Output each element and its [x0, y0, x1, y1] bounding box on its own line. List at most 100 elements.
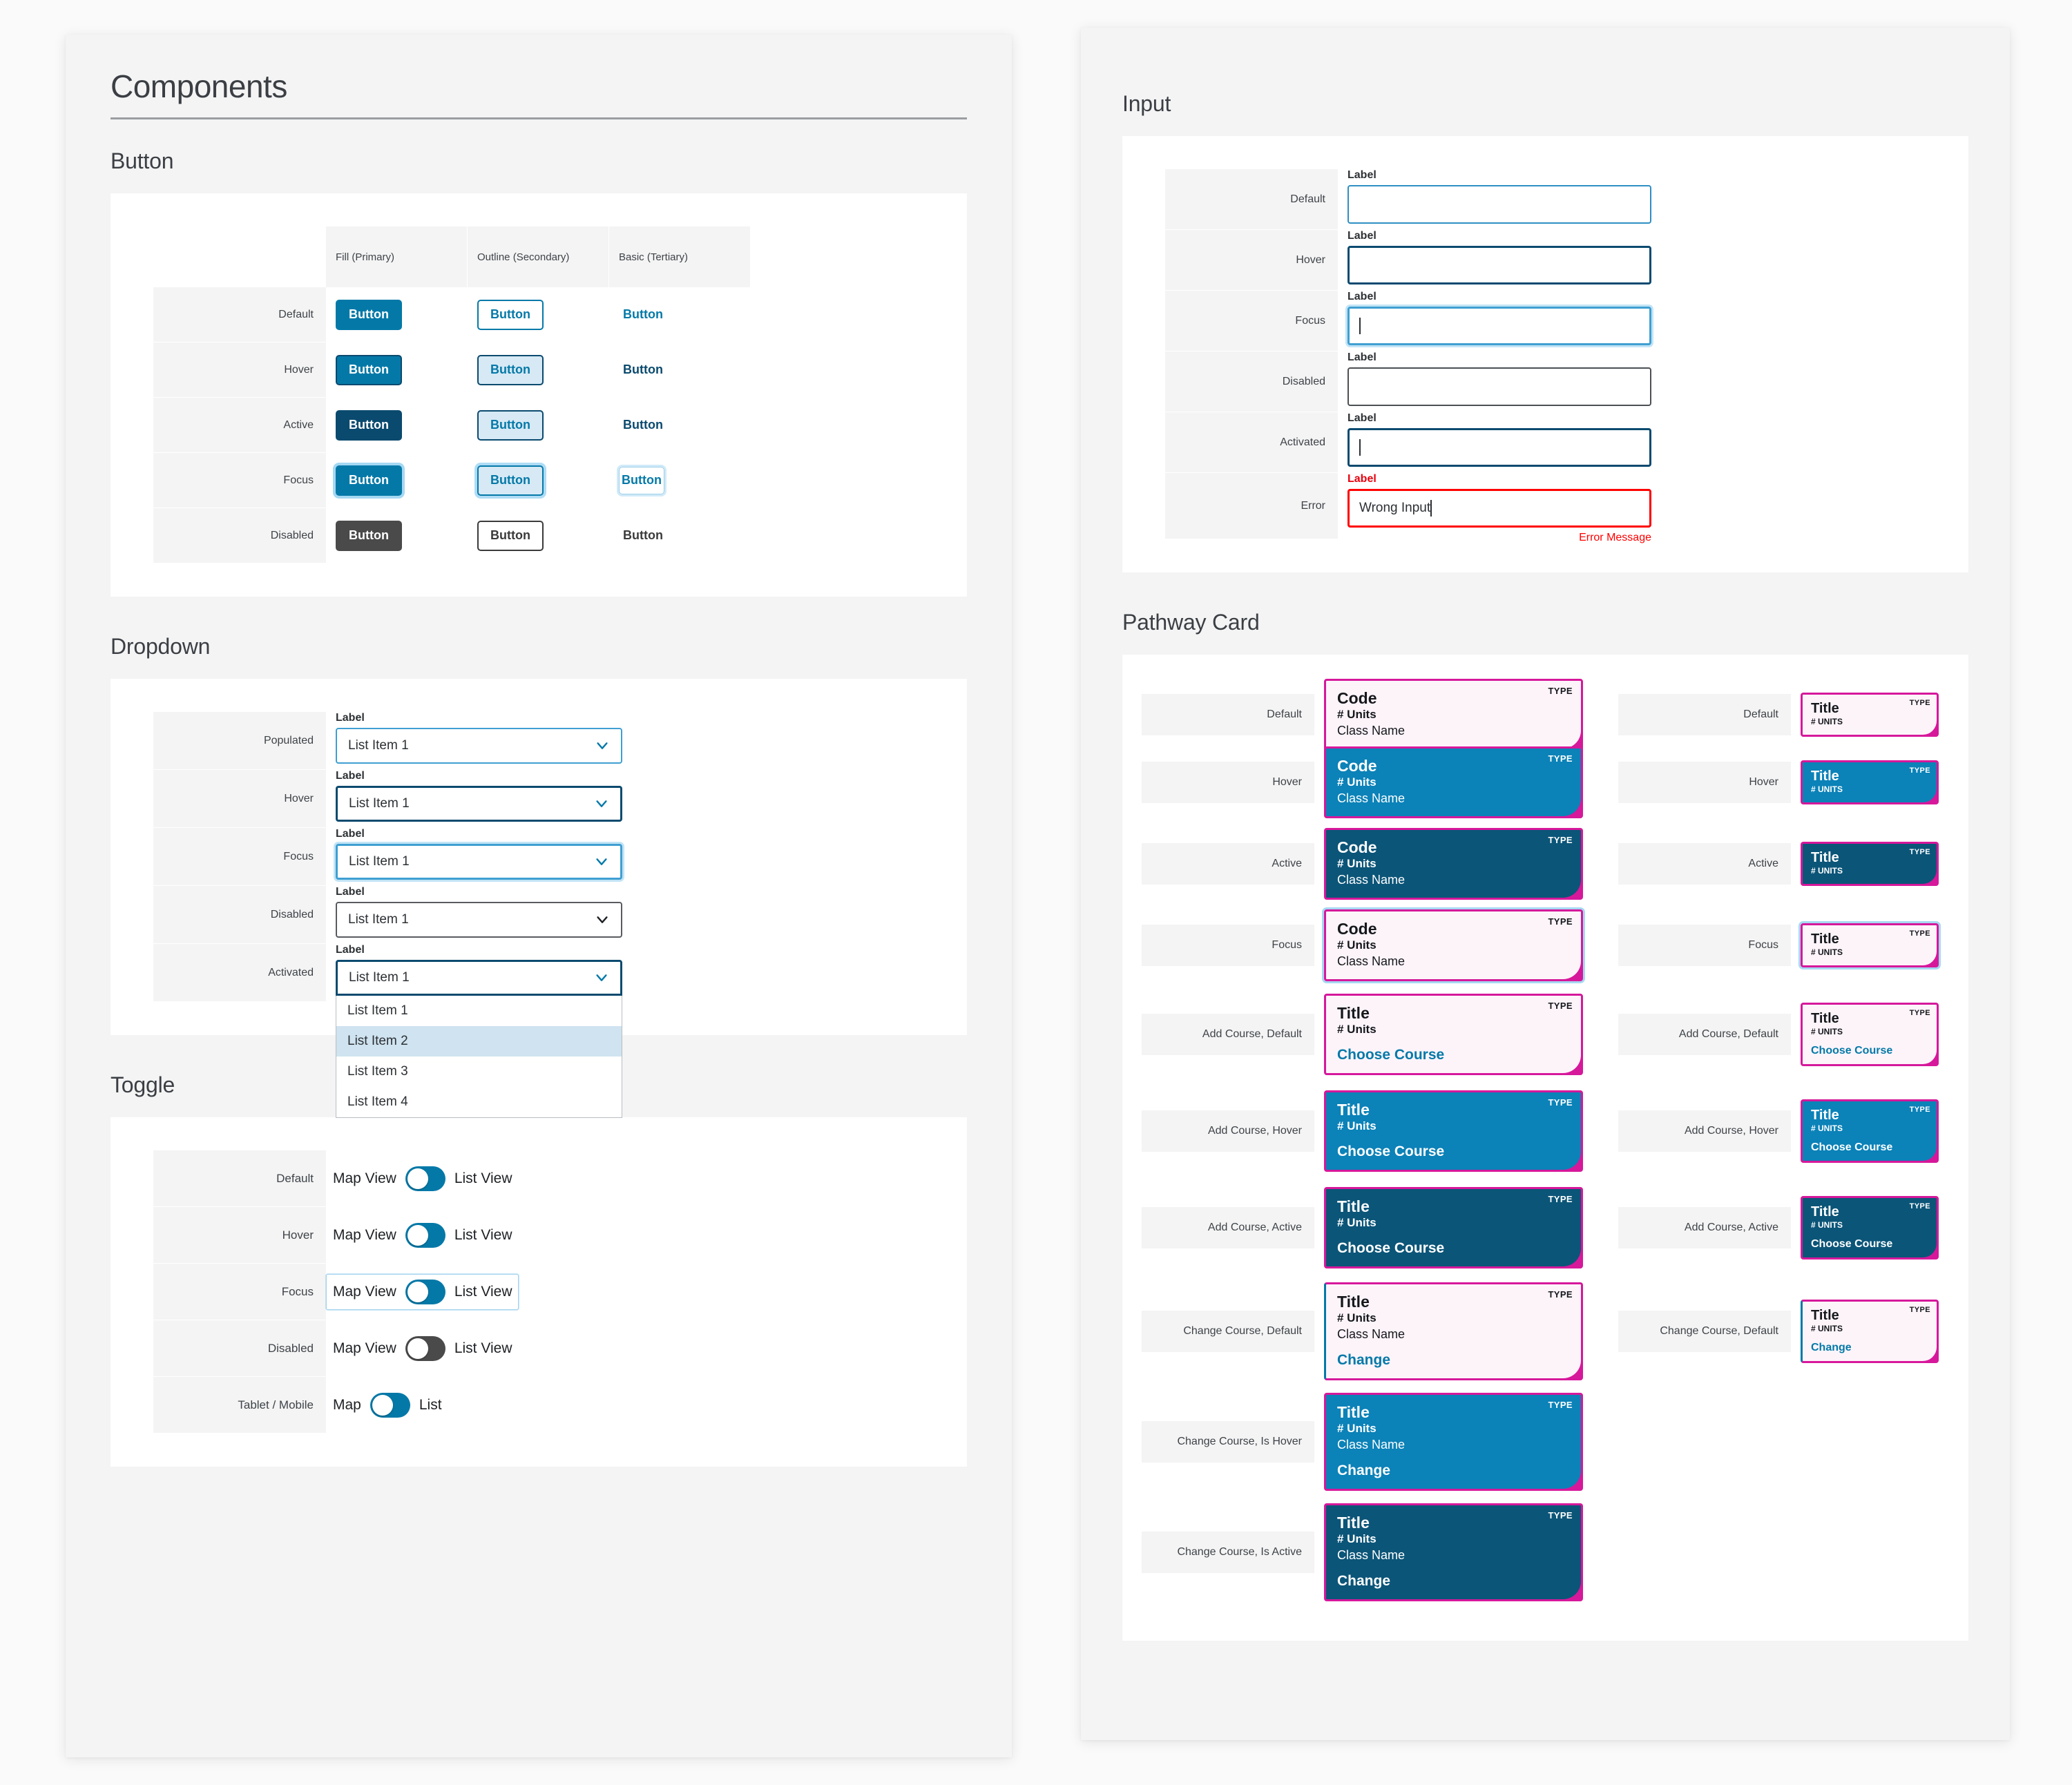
dropdown-hover[interactable]: List Item 1: [336, 786, 622, 822]
title-divider: [111, 117, 967, 119]
text-input-hover[interactable]: [1347, 246, 1651, 284]
pathway-row-change-default: Change Course, Default TYPE Title # Unit…: [1142, 1276, 1618, 1387]
dropdown-populated[interactable]: List Item 1: [336, 728, 622, 764]
pathway-mini-card-active[interactable]: TYPE Title # UNITS: [1801, 842, 1939, 886]
toggle-default[interactable]: Map View List View: [326, 1161, 519, 1197]
pathway-card-add-course-hover[interactable]: TYPE Title # Units Choose Course: [1324, 1090, 1583, 1173]
toggle-row-tablet-mobile: Tablet / Mobile Map List: [153, 1377, 967, 1434]
button-basic-hover[interactable]: Button: [619, 355, 667, 385]
toggle-switch[interactable]: [405, 1223, 445, 1248]
pathway-card-focus[interactable]: TYPE Code # Units Class Name: [1324, 909, 1583, 982]
pathway-row-mini-focus: Focus TYPE Title # UNITS: [1618, 905, 1950, 986]
pathway-action-link[interactable]: Choose Course: [1337, 1047, 1570, 1063]
row-label-default: Default: [153, 287, 326, 342]
pathway-mini-card-add-course-hover[interactable]: TYPE Title # UNITS Choose Course: [1801, 1099, 1939, 1163]
cell-fill-hover: Button: [326, 342, 468, 398]
toggle-left-label: Map View: [333, 1340, 396, 1356]
text-input-focus[interactable]: [1347, 307, 1651, 345]
pathway-mini-card-default[interactable]: TYPE Title # UNITS: [1801, 693, 1939, 737]
button-basic-default[interactable]: Button: [619, 300, 667, 330]
text-caret: [1359, 318, 1361, 334]
pathway-card-inner: TYPE Code # Units Class Name: [1326, 829, 1581, 898]
pathway-card-add-course-active[interactable]: TYPE Title # Units Choose Course: [1324, 1186, 1583, 1269]
dropdown-menu[interactable]: List Item 1 List Item 2 List Item 3 List…: [336, 996, 622, 1118]
row-label-activated: Activated: [1165, 412, 1338, 473]
pathway-card-active[interactable]: TYPE Code # Units Class Name: [1324, 827, 1583, 900]
dropdown-row-focus: Focus Label List Item 1: [153, 828, 967, 886]
row-label-add-course-hover: Add Course, Hover: [1142, 1110, 1314, 1152]
cell-outline-disabled: Button: [468, 508, 609, 563]
button-fill-default[interactable]: Button: [336, 300, 402, 330]
text-input-default[interactable]: [1347, 185, 1651, 224]
button-outline-focus[interactable]: Button: [477, 465, 544, 496]
pathway-body: TYPE Code # Units Class Name: [1314, 827, 1618, 900]
toggle-disabled: Map View List View: [326, 1331, 519, 1367]
pathway-mini-card-change-course-default[interactable]: TYPE Title # UNITS Change: [1801, 1300, 1939, 1363]
pathway-mini-card-add-course-active[interactable]: TYPE Title # UNITS Choose Course: [1801, 1196, 1939, 1260]
pathway-mini-card-hover[interactable]: TYPE Title # UNITS: [1801, 760, 1939, 804]
toggle-hover[interactable]: Map View List View: [326, 1217, 519, 1253]
pathway-action-link[interactable]: Change: [1337, 1463, 1570, 1479]
toggle-focus[interactable]: Map View List View: [326, 1274, 519, 1310]
toggle-switch[interactable]: [405, 1280, 445, 1304]
button-outline-hover[interactable]: Button: [477, 355, 544, 385]
button-fill-active[interactable]: Button: [336, 410, 402, 441]
pathway-action-link[interactable]: Change: [1337, 1352, 1570, 1369]
pathway-units: # Units: [1337, 1023, 1376, 1036]
pathway-row-active: Active TYPE Code # Units Class Name: [1142, 823, 1618, 905]
pathway-action-link[interactable]: Choose Course: [1811, 1141, 1928, 1154]
dropdown-activated[interactable]: List Item 1: [336, 960, 622, 996]
pathway-row-mini-hover: Hover TYPE Title # UNITS: [1618, 742, 1950, 823]
pathway-row-add-active: Add Course, Active TYPE Title # Units Ch…: [1142, 1179, 1618, 1276]
dropdown-option-1[interactable]: List Item 1: [336, 996, 622, 1026]
pathway-type-badge: TYPE: [1909, 1202, 1930, 1211]
button-fill-focus[interactable]: Button: [336, 465, 402, 496]
button-outline-active[interactable]: Button: [477, 410, 544, 441]
pathway-card-default[interactable]: TYPE Code # Units Class Name: [1324, 678, 1583, 751]
toggle-body-hover: Map View List View: [326, 1207, 967, 1264]
toggle-switch[interactable]: [405, 1166, 445, 1191]
pathway-class-name: Class Name: [1337, 954, 1406, 969]
dropdown-option-3[interactable]: List Item 3: [336, 1056, 622, 1087]
pathway-row-mini-default: Default TYPE Title # UNITS: [1618, 688, 1950, 742]
dropdown-body-focus: Label List Item 1: [326, 828, 967, 886]
dropdown-option-2[interactable]: List Item 2: [336, 1026, 622, 1056]
pathway-type-badge: TYPE: [1909, 1106, 1930, 1115]
button-fill-hover[interactable]: Button: [336, 355, 402, 385]
pathway-units: # UNITS: [1811, 1123, 1843, 1134]
button-basic-active[interactable]: Button: [619, 410, 667, 441]
pathway-action-link[interactable]: Choose Course: [1811, 1045, 1928, 1057]
dropdown-option-4[interactable]: List Item 4: [336, 1087, 622, 1117]
chevron-down-icon: [595, 912, 610, 927]
dropdown-row-disabled: Disabled Label List Item 1: [153, 886, 967, 944]
pathway-class-name: Class Name: [1337, 1438, 1406, 1452]
pathway-action-link[interactable]: Change: [1337, 1573, 1570, 1590]
toggle-row-disabled: Disabled Map View List View: [153, 1320, 967, 1377]
pathway-card-change-course-hover[interactable]: TYPE Title # Units Class Name Change: [1324, 1392, 1583, 1492]
pathway-card-change-course-active[interactable]: TYPE Title # Units Class Name Change: [1324, 1503, 1583, 1602]
pathway-body: TYPE Code # Units Class Name: [1314, 746, 1618, 819]
pathway-action-link[interactable]: Choose Course: [1337, 1240, 1570, 1257]
pathway-action-link[interactable]: Choose Course: [1337, 1144, 1570, 1160]
toggle-switch: [405, 1336, 445, 1361]
toggle-tablet-mobile[interactable]: Map List: [326, 1387, 449, 1423]
dropdown-focus[interactable]: List Item 1: [336, 844, 622, 880]
toggle-knob: [407, 1338, 428, 1359]
pathway-card-hover[interactable]: TYPE Code # Units Class Name: [1324, 746, 1583, 819]
text-input-error[interactable]: Wrong Input: [1347, 489, 1651, 528]
text-input-activated[interactable]: [1347, 428, 1651, 467]
button-outline-disabled: Button: [477, 521, 544, 551]
pathway-card-inner: TYPE Title # Units Choose Course: [1326, 995, 1581, 1074]
pathway-mini-card-focus[interactable]: TYPE Title # UNITS: [1801, 923, 1939, 967]
pathway-action-link[interactable]: Choose Course: [1811, 1238, 1928, 1251]
pathway-card-add-course-default[interactable]: TYPE Title # Units Choose Course: [1324, 993, 1583, 1076]
toggle-row-hover: Hover Map View List View: [153, 1207, 967, 1264]
button-outline-default[interactable]: Button: [477, 300, 544, 330]
toggle-switch[interactable]: [370, 1393, 410, 1418]
button-basic-focus[interactable]: Button: [619, 467, 664, 494]
pathway-mini-card-add-course-default[interactable]: TYPE Title # UNITS Choose Course: [1801, 1003, 1939, 1066]
dropdown-body-populated: Label List Item 1: [326, 712, 967, 770]
pathway-card-change-course-default[interactable]: TYPE Title # Units Class Name Change: [1324, 1282, 1583, 1381]
pathway-title: Code: [1337, 919, 1377, 938]
pathway-action-link[interactable]: Change: [1811, 1342, 1928, 1354]
